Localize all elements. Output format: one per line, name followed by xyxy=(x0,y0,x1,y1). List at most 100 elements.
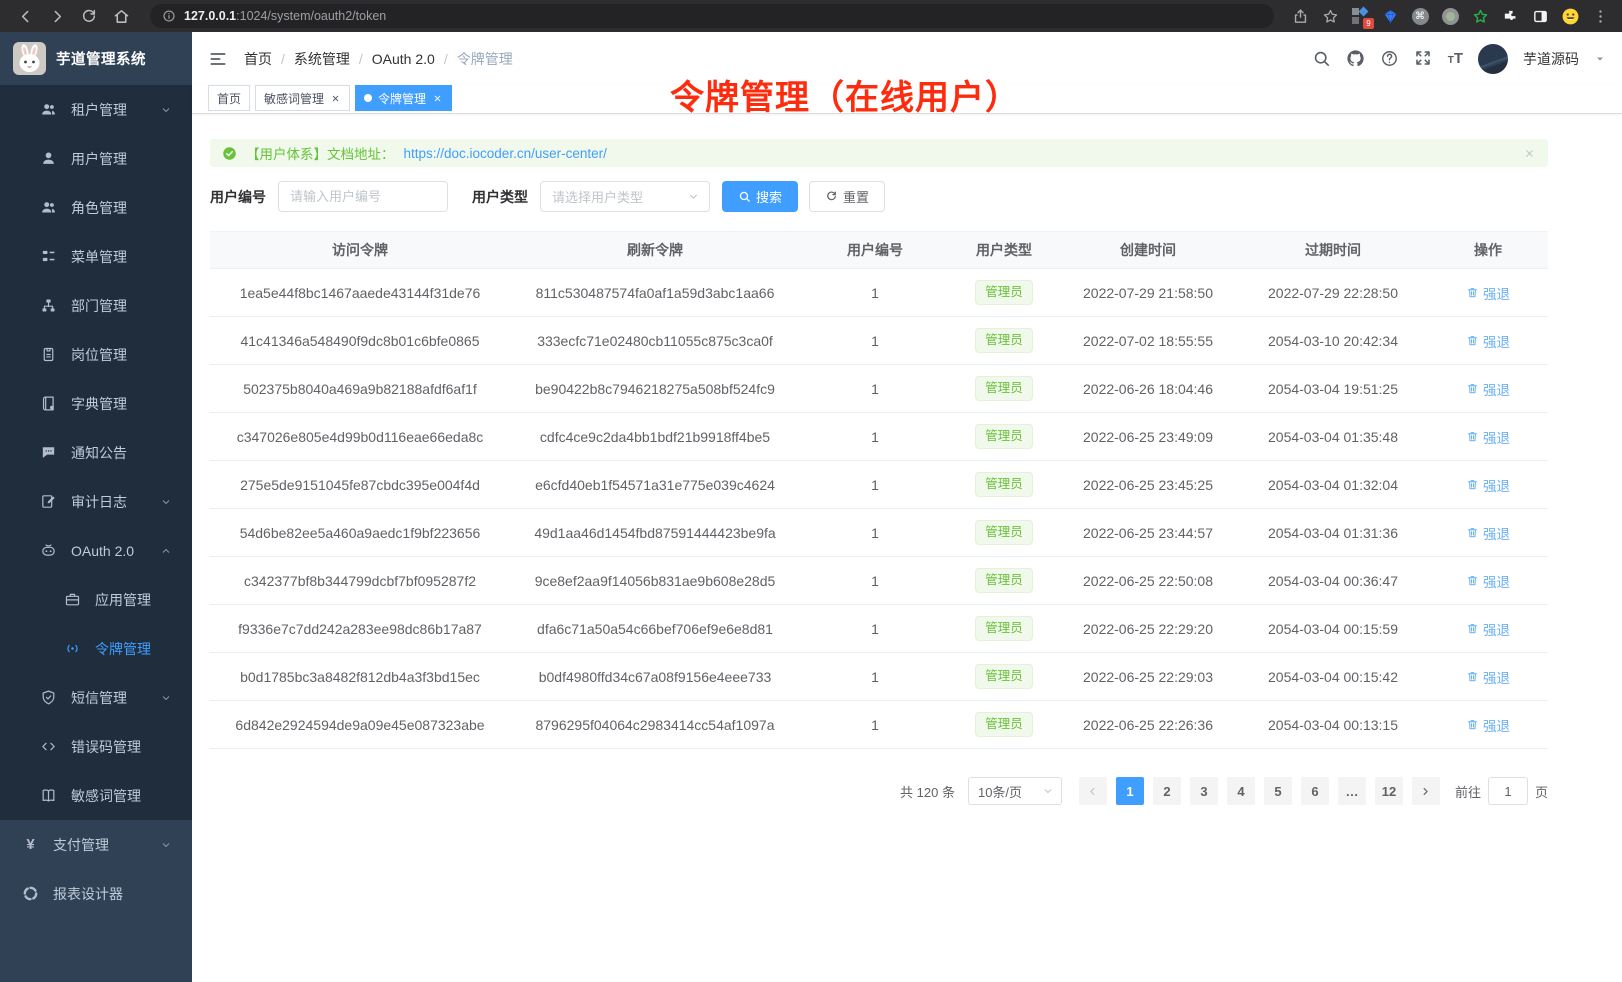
tab-令牌管理[interactable]: 令牌管理 xyxy=(355,85,452,111)
breadcrumb-separator: / xyxy=(359,51,363,67)
search-icon[interactable] xyxy=(1312,49,1331,68)
sidebar-item-用户管理[interactable]: 用户管理 xyxy=(0,134,192,183)
trash-icon xyxy=(1466,382,1479,395)
sidebar-item-应用管理[interactable]: 应用管理 xyxy=(0,575,192,624)
force-logout-button[interactable]: 强退 xyxy=(1466,667,1510,687)
force-logout-button[interactable]: 强退 xyxy=(1466,619,1510,639)
sidebar-item-部门管理[interactable]: 部门管理 xyxy=(0,281,192,330)
profile-emoji-icon[interactable] xyxy=(1560,6,1580,26)
page-button-6[interactable]: 6 xyxy=(1301,777,1329,805)
sidebar-item-敏感词管理[interactable]: 敏感词管理 xyxy=(0,771,192,820)
app-logo[interactable]: 芋道管理系统 xyxy=(0,32,192,85)
close-tab-icon[interactable] xyxy=(330,93,341,104)
side-panel-icon[interactable] xyxy=(1530,6,1550,26)
browser-menu-icon[interactable] xyxy=(1590,6,1610,26)
sidebar-item-label: 用户管理 xyxy=(71,149,127,169)
trash-icon xyxy=(1466,430,1479,443)
annotation-overlay: 令牌管理（在线用户） xyxy=(670,70,1020,119)
page-button-12[interactable]: 12 xyxy=(1375,777,1403,805)
sidebar-collapse-icon[interactable] xyxy=(208,49,228,69)
next-page-button[interactable] xyxy=(1412,777,1440,805)
page-button-2[interactable]: 2 xyxy=(1153,777,1181,805)
user-id-cell: 1 xyxy=(800,605,950,653)
goto-page-input[interactable] xyxy=(1488,777,1528,805)
tab-label: 令牌管理 xyxy=(378,90,426,107)
github-icon[interactable] xyxy=(1346,49,1365,68)
puzzle-extension-icon[interactable] xyxy=(1500,6,1520,26)
breadcrumb-item[interactable]: 首页 xyxy=(244,49,272,69)
sidebar-item-OAuth 2.0[interactable]: OAuth 2.0 xyxy=(0,526,192,575)
page-button-4[interactable]: 4 xyxy=(1227,777,1255,805)
page-button-1[interactable]: 1 xyxy=(1116,777,1144,805)
alert-doc-link[interactable]: https://doc.iocoder.cn/user-center/ xyxy=(404,146,607,161)
share-icon[interactable] xyxy=(1290,6,1310,26)
chevron-up-icon xyxy=(160,545,172,557)
sidebar-item-字典管理[interactable]: 字典管理 xyxy=(0,379,192,428)
page-button-5[interactable]: 5 xyxy=(1264,777,1292,805)
sidebar-item-令牌管理[interactable]: 令牌管理 xyxy=(0,624,192,673)
force-logout-button[interactable]: 强退 xyxy=(1466,523,1510,543)
command-extension-icon[interactable]: ⌘ xyxy=(1410,6,1430,26)
tab-首页[interactable]: 首页 xyxy=(208,85,250,111)
sidebar-item-label: 部门管理 xyxy=(71,296,127,316)
create-time-cell: 2022-07-02 18:55:55 xyxy=(1058,317,1238,365)
expire-time-cell: 2054-03-10 20:42:34 xyxy=(1238,317,1428,365)
page-button-3[interactable]: 3 xyxy=(1190,777,1218,805)
sidebar-item-菜单管理[interactable]: 菜单管理 xyxy=(0,232,192,281)
tab-敏感词管理[interactable]: 敏感词管理 xyxy=(255,85,350,111)
browser-address-bar[interactable]: 127.0.0.1:1024/system/oauth2/token xyxy=(150,4,1274,28)
sidebar-item-短信管理[interactable]: 短信管理 xyxy=(0,673,192,722)
force-logout-button[interactable]: 强退 xyxy=(1466,427,1510,447)
page-size-select[interactable]: 10条/页 xyxy=(968,777,1062,805)
sidebar-item-租户管理[interactable]: 租户管理 xyxy=(0,85,192,134)
site-info-icon[interactable] xyxy=(162,9,176,23)
user-menu-caret-icon[interactable] xyxy=(1594,53,1606,65)
briefcase-icon xyxy=(64,591,81,608)
user-id-input[interactable] xyxy=(278,181,448,212)
user-type-label: 用户类型 xyxy=(472,187,528,207)
refresh-token-cell: 49d1aa46d1454fbd87591444423be9fa xyxy=(510,509,800,557)
sidebar-item-错误码管理[interactable]: 错误码管理 xyxy=(0,722,192,771)
breadcrumb-item[interactable]: OAuth 2.0 xyxy=(372,51,435,67)
sidebar-item-支付管理[interactable]: ¥支付管理 xyxy=(0,820,192,869)
sidebar-item-通知公告[interactable]: 通知公告 xyxy=(0,428,192,477)
username[interactable]: 芋道源码 xyxy=(1523,49,1579,69)
browser-home-button[interactable] xyxy=(108,3,134,29)
font-size-icon[interactable]: TT xyxy=(1448,50,1463,67)
force-logout-button[interactable]: 强退 xyxy=(1466,331,1510,351)
force-logout-button[interactable]: 强退 xyxy=(1466,571,1510,591)
force-logout-button[interactable]: 强退 xyxy=(1466,283,1510,303)
user-type-select[interactable]: 请选择用户类型 xyxy=(540,181,710,212)
force-logout-button[interactable]: 强退 xyxy=(1466,475,1510,495)
force-logout-button[interactable]: 强退 xyxy=(1466,715,1510,735)
sidebar-item-岗位管理[interactable]: 岗位管理 xyxy=(0,330,192,379)
prev-page-button[interactable] xyxy=(1079,777,1107,805)
browser-back-button[interactable] xyxy=(12,3,38,29)
browser-forward-button[interactable] xyxy=(44,3,70,29)
page-ellipsis[interactable]: … xyxy=(1338,777,1366,805)
operation-cell: 强退 xyxy=(1428,365,1548,413)
browser-reload-button[interactable] xyxy=(76,3,102,29)
close-tab-icon[interactable] xyxy=(432,93,443,104)
gem-extension-icon[interactable] xyxy=(1380,6,1400,26)
user-type-tag: 管理员 xyxy=(975,616,1033,640)
user-id-cell: 1 xyxy=(800,461,950,509)
extensions-icon[interactable]: 9 xyxy=(1350,6,1370,26)
expire-time-cell: 2054-03-04 01:35:48 xyxy=(1238,413,1428,461)
fullscreen-icon[interactable] xyxy=(1414,49,1433,68)
sidebar-item-角色管理[interactable]: 角色管理 xyxy=(0,183,192,232)
breadcrumb-item[interactable]: 系统管理 xyxy=(294,49,350,69)
reset-button[interactable]: 重置 xyxy=(809,181,885,212)
help-question-icon[interactable] xyxy=(1380,49,1399,68)
force-logout-button[interactable]: 强退 xyxy=(1466,379,1510,399)
alert-close-icon[interactable] xyxy=(1523,147,1536,160)
search-button[interactable]: 搜索 xyxy=(722,181,798,212)
table-row: 6d842e2924594de9a09e45e087323abe8796295f… xyxy=(210,701,1548,749)
sidebar-item-报表设计器[interactable]: 报表设计器 xyxy=(0,869,192,918)
user-avatar[interactable] xyxy=(1478,44,1508,74)
record-extension-icon[interactable] xyxy=(1440,6,1460,26)
sidebar-item-审计日志[interactable]: 审计日志 xyxy=(0,477,192,526)
bookmark-star-icon[interactable] xyxy=(1320,6,1340,26)
green-star-extension-icon[interactable] xyxy=(1470,6,1490,26)
org-icon xyxy=(40,297,57,314)
